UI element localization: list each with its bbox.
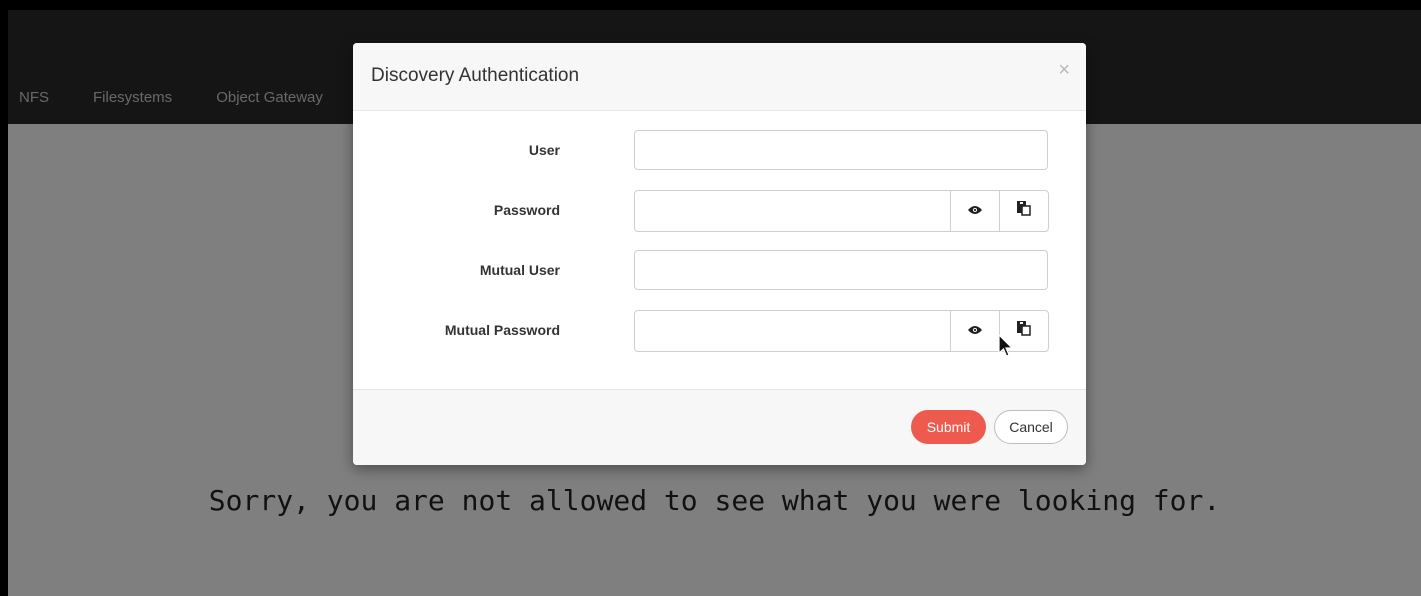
- mutual-user-input[interactable]: [634, 250, 1048, 290]
- eye-icon: [968, 322, 982, 340]
- password-row: Password: [353, 190, 1086, 232]
- mutual-user-row: Mutual User: [353, 250, 1086, 292]
- clipboard-icon: [1017, 201, 1031, 221]
- password-input[interactable]: [635, 191, 951, 231]
- password-input-group: [634, 190, 1049, 232]
- copy-password-button[interactable]: [999, 191, 1048, 231]
- close-icon[interactable]: ×: [1058, 60, 1070, 80]
- password-label: Password: [493, 202, 560, 218]
- modal-footer: Submit Cancel: [353, 389, 1086, 465]
- browser-viewport: NFS Filesystems Object Gateway Sorry, yo…: [0, 0, 1421, 596]
- modal-header: Discovery Authentication ×: [353, 43, 1086, 111]
- show-password-button[interactable]: [951, 191, 999, 231]
- show-mutual-password-button[interactable]: [951, 311, 999, 351]
- cancel-button[interactable]: Cancel: [994, 410, 1068, 444]
- mutual-password-label: Mutual Password: [444, 322, 560, 338]
- mutual-user-label: Mutual User: [479, 262, 560, 278]
- modal-body: User Password Mutual User Mutual Passwor…: [353, 111, 1086, 390]
- user-label: User: [528, 142, 560, 158]
- mutual-password-row: Mutual Password: [353, 310, 1086, 352]
- mutual-password-input[interactable]: [635, 311, 951, 351]
- discovery-auth-modal: Discovery Authentication × User Password: [353, 43, 1086, 465]
- user-input[interactable]: [634, 130, 1048, 170]
- mouse-pointer-icon: [998, 333, 1014, 363]
- submit-button[interactable]: Submit: [911, 410, 986, 444]
- clipboard-icon: [1017, 321, 1031, 341]
- eye-icon: [968, 202, 982, 220]
- modal-title: Discovery Authentication: [371, 65, 580, 86]
- user-row: User: [353, 130, 1086, 172]
- mutual-password-input-group: [634, 310, 1049, 352]
